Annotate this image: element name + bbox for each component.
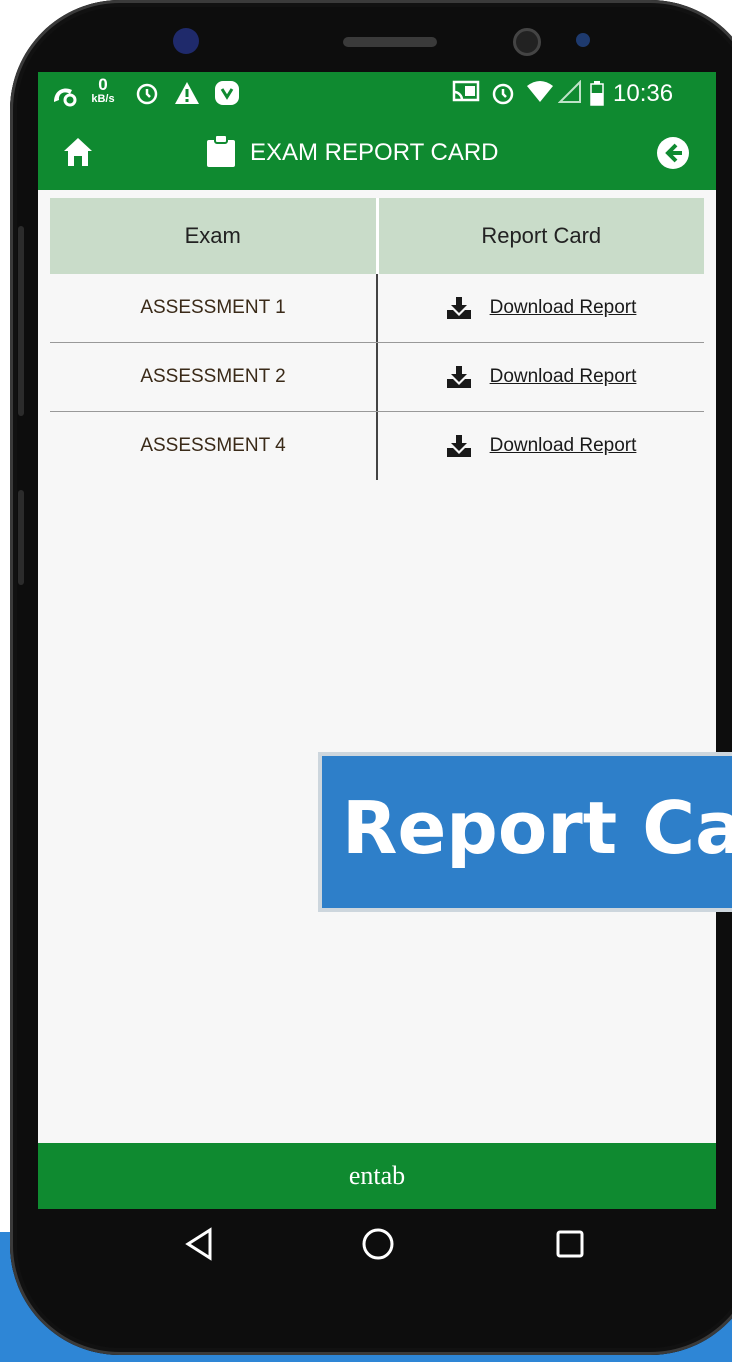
report-table: Exam Report Card ASSESSMENT 1 Download R… bbox=[50, 198, 704, 480]
table-row: ASSESSMENT 1 Download Report bbox=[50, 274, 704, 343]
download-icon bbox=[446, 297, 471, 319]
exam-name: ASSESSMENT 4 bbox=[140, 435, 286, 456]
table-row: ASSESSMENT 2 Download Report bbox=[50, 343, 704, 412]
warning-icon bbox=[174, 80, 200, 113]
data-speed-value: 0 bbox=[98, 75, 108, 94]
app-bar: EXAM REPORT CARD bbox=[38, 116, 716, 190]
wifi-icon bbox=[526, 80, 554, 111]
download-icon bbox=[446, 366, 471, 388]
table-row: ASSESSMENT 4 Download Report bbox=[50, 412, 704, 480]
download-report-link[interactable]: Download Report bbox=[446, 365, 637, 389]
app-notification-icon bbox=[214, 80, 240, 113]
report-cell: Download Report bbox=[376, 274, 704, 342]
earpiece-speaker bbox=[343, 37, 437, 47]
page-title: EXAM REPORT CARD bbox=[250, 139, 499, 166]
footer-brand-bar: entab bbox=[38, 1143, 716, 1209]
report-cell: Download Report bbox=[376, 343, 704, 411]
download-report-link[interactable]: Download Report bbox=[446, 434, 637, 458]
system-nav-bar bbox=[38, 1209, 716, 1282]
bixby-button bbox=[18, 490, 24, 585]
download-report-link[interactable]: Download Report bbox=[446, 296, 637, 320]
column-header-report-card: Report Card bbox=[375, 198, 705, 274]
uc-browser-icon bbox=[50, 80, 80, 115]
volume-button bbox=[18, 226, 24, 416]
cast-icon bbox=[452, 80, 480, 111]
brand-logo: entab bbox=[348, 1161, 406, 1190]
phone-screen: 0 kB/s 10:36 EXAM REPORT CARD Exam Repor… bbox=[38, 72, 716, 1282]
download-report-label[interactable]: Download Report bbox=[490, 435, 637, 457]
exam-name: ASSESSMENT 2 bbox=[140, 366, 286, 387]
home-icon[interactable] bbox=[62, 136, 94, 173]
recents-square-icon[interactable] bbox=[550, 1224, 590, 1269]
column-header-exam: Exam bbox=[184, 223, 241, 248]
report-cell: Download Report bbox=[376, 412, 704, 480]
exam-name: ASSESSMENT 1 bbox=[140, 297, 286, 318]
download-report-label[interactable]: Download Report bbox=[490, 366, 637, 388]
download-icon bbox=[446, 435, 471, 457]
report-card-banner: Report Ca bbox=[318, 752, 732, 912]
table-header-row: Exam Report Card bbox=[50, 198, 704, 274]
data-speed-indicator: 0 kB/s bbox=[88, 76, 118, 105]
data-speed-unit: kB/s bbox=[91, 93, 115, 105]
banner-text: Report Ca bbox=[342, 786, 732, 870]
battery-icon bbox=[590, 80, 604, 113]
back-triangle-icon[interactable] bbox=[180, 1224, 220, 1269]
alarm-icon bbox=[490, 80, 516, 113]
home-circle-icon[interactable] bbox=[358, 1224, 398, 1269]
signal-icon bbox=[557, 79, 582, 111]
download-report-label[interactable]: Download Report bbox=[490, 297, 637, 319]
back-arrow-icon[interactable] bbox=[656, 136, 690, 175]
status-bar: 0 kB/s 10:36 bbox=[38, 72, 716, 116]
alarm-icon bbox=[134, 80, 160, 113]
front-camera-icon bbox=[173, 28, 199, 54]
proximity-sensor-icon bbox=[513, 28, 541, 56]
status-time: 10:36 bbox=[613, 80, 674, 107]
clipboard-icon bbox=[206, 134, 236, 173]
iris-sensor-icon bbox=[576, 33, 590, 47]
